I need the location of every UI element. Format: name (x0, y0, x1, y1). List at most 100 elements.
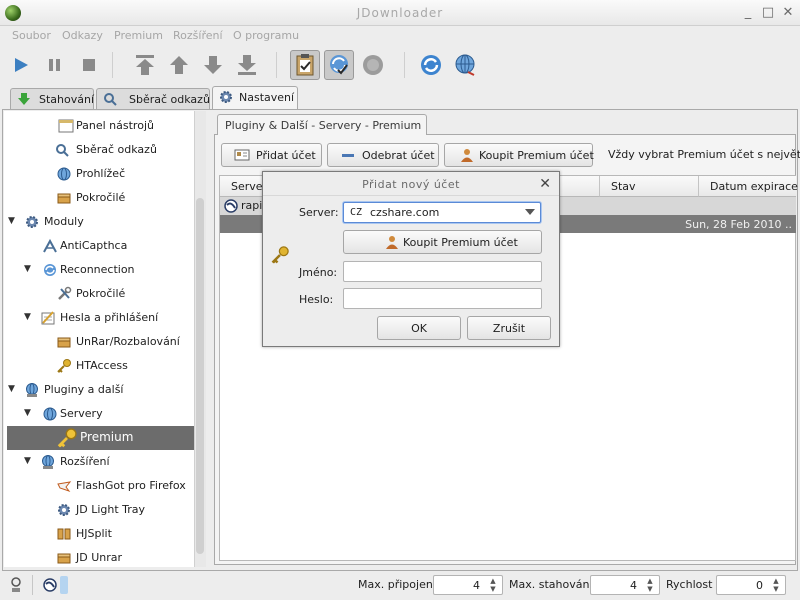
tree-item-label: FlashGot pro Firefox (76, 479, 186, 492)
tree-item-label: HJSplit (76, 527, 112, 540)
dialog-close-button[interactable]: ✕ (539, 176, 551, 192)
reconnect-toggle[interactable] (324, 50, 354, 80)
speed-label: Rychlost (666, 578, 713, 591)
dialog-title-bar: Přidat nový účet (263, 172, 559, 196)
rapidshare-icon[interactable] (42, 577, 58, 593)
tree-item-plugins[interactable]: ▼ Pluginy a další (4, 378, 194, 402)
toolbar-separator (276, 52, 277, 78)
tree-item-jd-light-tray[interactable]: JD Light Tray (4, 498, 194, 522)
clipboard-toggle[interactable] (290, 50, 320, 80)
cancel-button[interactable]: Zrušit (467, 316, 551, 340)
dialog-buy-premium-label: Koupit Premium účet (403, 236, 518, 249)
tree-item-anticaptcha[interactable]: AntiCapthca (4, 234, 194, 258)
password-input[interactable] (343, 288, 542, 309)
tree-item-reconnect-advanced[interactable]: Pokročilé (4, 282, 194, 306)
spinner-arrows-icon[interactable]: ▲ ▼ (487, 577, 499, 593)
username-label: Jméno: (299, 266, 338, 279)
expand-arrow-icon[interactable]: ▼ (8, 216, 15, 226)
pause-button[interactable] (40, 50, 70, 80)
spinner-arrows-icon[interactable]: ▲ ▼ (770, 577, 782, 593)
tree-item-label: HTAccess (76, 359, 128, 372)
username-input[interactable] (343, 261, 542, 282)
menu-file[interactable]: Soubor (12, 29, 51, 42)
tree-item-advanced[interactable]: Pokročilé (4, 186, 194, 210)
premium-status-icon[interactable] (8, 576, 24, 594)
column-header-expiry[interactable]: Datum expirace (699, 176, 798, 197)
tree-item-jd-unrar[interactable]: JD Unrar (4, 546, 194, 567)
globe-icon (43, 407, 57, 421)
move-bottom-button[interactable] (232, 50, 262, 80)
close-button[interactable]: ✕ (780, 5, 796, 21)
reconnect-icon (44, 264, 56, 276)
maximize-button[interactable]: □ (760, 5, 776, 21)
tree-item-hjsplit[interactable]: HJSplit (4, 522, 194, 546)
move-top-button[interactable] (130, 50, 160, 80)
content-tab-premium[interactable]: Pluginy & Další - Servery - Premium (217, 114, 427, 135)
tree-item-label: Reconnection (60, 263, 135, 276)
expand-arrow-icon[interactable]: ▼ (24, 312, 31, 322)
move-up-button[interactable] (164, 50, 194, 80)
tree-item-extensions[interactable]: ▼ Rozšíření (4, 450, 194, 474)
menu-about[interactable]: O programu (233, 29, 299, 42)
max-connections-value: 4 (473, 579, 480, 592)
add-account-button[interactable]: Přidat účet (221, 143, 322, 167)
chevron-down-icon[interactable] (525, 209, 535, 215)
tree-item-reconnection[interactable]: ▼ Reconnection (4, 258, 194, 282)
toolbar-separator (112, 52, 113, 78)
tree-item-htaccess[interactable]: HTAccess (4, 354, 194, 378)
globe-settings-button[interactable] (450, 50, 480, 80)
tab-settings[interactable]: Nastavení (212, 86, 298, 110)
expand-arrow-icon[interactable]: ▼ (24, 408, 31, 418)
table-cell-expiry: Sun, 28 Feb 2010 .. (685, 218, 792, 231)
expand-arrow-icon[interactable]: ▼ (24, 456, 31, 466)
globe-icon (455, 54, 475, 76)
column-header-status[interactable]: Stav (600, 176, 699, 197)
tab-linkgrabber[interactable]: Sběrač odkazů (96, 88, 210, 109)
update-button[interactable] (416, 50, 446, 80)
arrow-bottom-icon (238, 55, 256, 75)
tree-item-linkgrabber[interactable]: Sběrač odkazů (4, 138, 194, 162)
expand-arrow-icon[interactable]: ▼ (8, 384, 15, 394)
linkgrabber-icon (104, 93, 117, 106)
pause-icon (49, 59, 60, 71)
max-downloads-spinner[interactable]: 4 ▲ ▼ (590, 575, 660, 595)
remove-account-button[interactable]: Odebrat účet (327, 143, 439, 167)
tree-item-modules[interactable]: ▼ Moduly (4, 210, 194, 234)
max-connections-spinner[interactable]: 4 ▲ ▼ (433, 575, 503, 595)
tree-item-label: Prohlížeč (76, 167, 126, 180)
speed-spinner[interactable]: 0 ▲ ▼ (716, 575, 786, 595)
buy-premium-button[interactable]: Koupit Premium účet (444, 143, 594, 167)
tree-item-flashgot[interactable]: FlashGot pro Firefox (4, 474, 194, 498)
window-icon (58, 119, 74, 133)
menu-extensions[interactable]: Rozšíření (173, 29, 223, 42)
add-account-label: Přidat účet (256, 149, 316, 162)
tab-downloads[interactable]: Stahování (10, 88, 94, 109)
tree-item-servers[interactable]: ▼ Servery (4, 402, 194, 426)
tree-item-unrar[interactable]: UnRar/Rozbalování (4, 330, 194, 354)
sidebar-scrollbar-thumb[interactable] (196, 198, 204, 554)
menu-links[interactable]: Odkazy (62, 29, 103, 42)
server-select[interactable]: CZ czshare.com (343, 202, 541, 223)
tree-item-browser[interactable]: Prohlížeč (4, 162, 194, 186)
menu-premium[interactable]: Premium (114, 29, 163, 42)
plugin-globe-icon (26, 383, 38, 397)
premium-toggle[interactable] (358, 50, 388, 80)
box-icon (57, 337, 71, 348)
toolbar (0, 46, 800, 84)
key-icon (57, 428, 77, 448)
tree-item-premium[interactable]: Premium (7, 426, 194, 450)
start-button[interactable] (6, 50, 36, 80)
move-down-button[interactable] (198, 50, 228, 80)
stop-button[interactable] (74, 50, 104, 80)
tree-item-passwords[interactable]: ▼ Hesla a přihlášení (4, 306, 194, 330)
ok-button[interactable]: OK (377, 316, 461, 340)
minimize-button[interactable]: _ (740, 5, 756, 21)
status-progress-icon (60, 576, 68, 594)
spinner-arrows-icon[interactable]: ▲ ▼ (644, 577, 656, 593)
tree-item-label: UnRar/Rozbalování (76, 335, 180, 348)
dialog-buy-premium-button[interactable]: Koupit Premium účet (343, 230, 542, 254)
expand-arrow-icon[interactable]: ▼ (24, 264, 31, 274)
flashgot-icon (57, 481, 72, 492)
tree-item-toolbar-panel[interactable]: Panel nástrojů (4, 114, 194, 138)
split-icon (57, 528, 71, 540)
